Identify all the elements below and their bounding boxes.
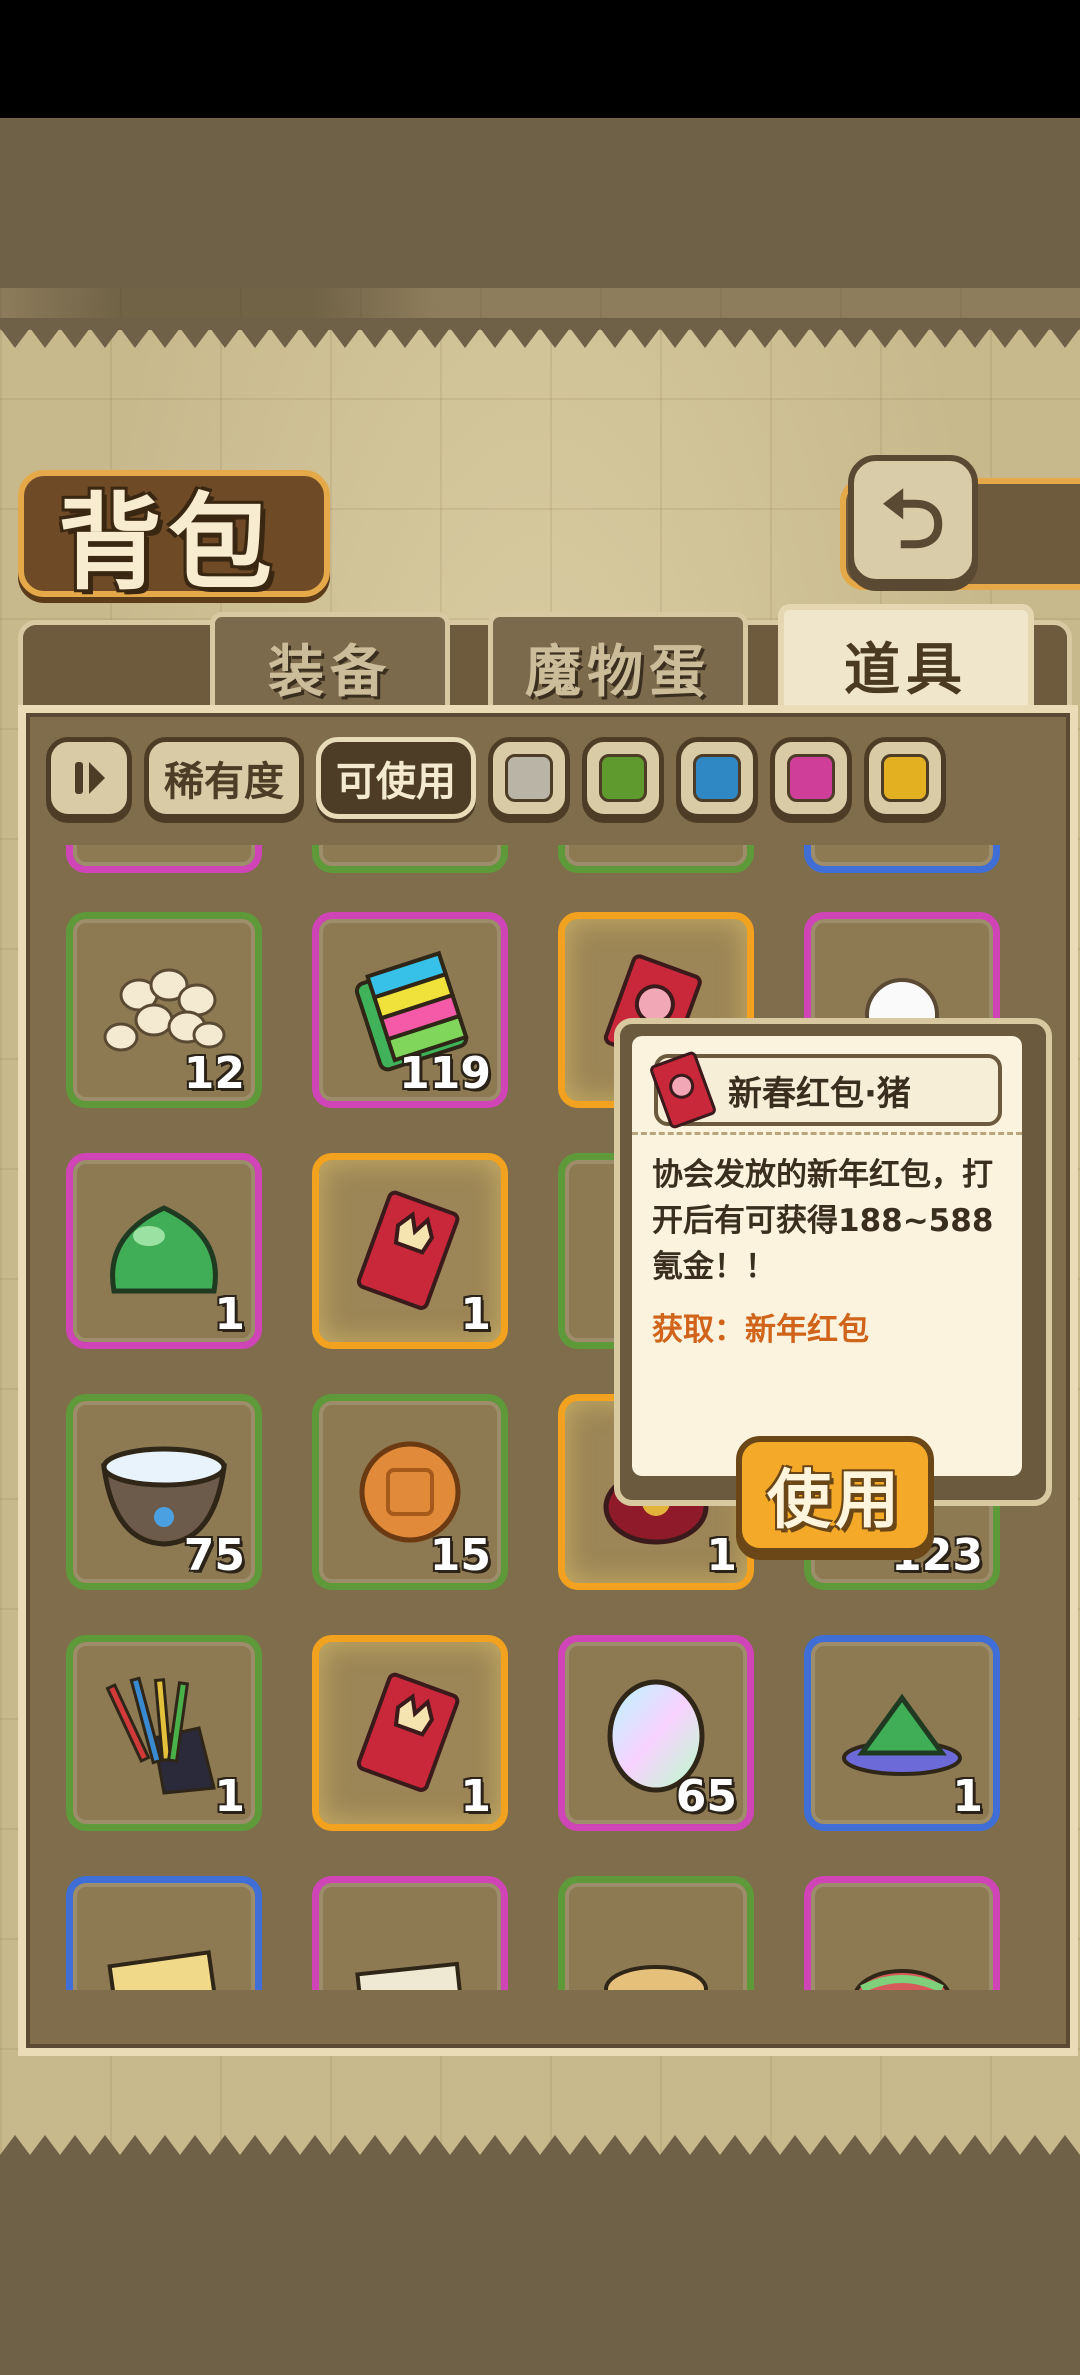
item-slot[interactable]: 1 [66, 1153, 262, 1349]
gray-swatch-icon [505, 753, 553, 802]
item-slot[interactable] [312, 845, 508, 873]
filter-gold-button[interactable] [864, 736, 946, 819]
item-slot[interactable]: 15 [312, 1394, 508, 1590]
zigzag-bottom-border [0, 2135, 1080, 2165]
item-slot[interactable] [558, 845, 754, 873]
item-quantity: 65 [675, 1771, 737, 1822]
item-slot[interactable] [312, 1876, 508, 1990]
item-slot[interactable] [558, 1876, 754, 1990]
item-slot[interactable]: 1 [312, 1153, 508, 1349]
page-title: 背包 [58, 482, 279, 604]
item-quantity: 1 [460, 1771, 491, 1822]
item-slot[interactable]: 12 [66, 912, 262, 1108]
filter-blue-button[interactable] [676, 736, 758, 819]
popup-title: 新春红包·猪 [728, 1073, 911, 1114]
status-bar [0, 0, 1080, 118]
item-quantity: 119 [399, 1048, 491, 1099]
item-slot[interactable]: 1 [312, 1635, 508, 1831]
item-quantity: 12 [183, 1048, 245, 1099]
blue-swatch-icon [693, 753, 741, 802]
pink-swatch-icon [787, 753, 835, 802]
item-slot[interactable] [66, 845, 262, 873]
popup-divider [632, 1132, 1022, 1135]
popup-source: 获取：新年红包 [652, 1312, 869, 1348]
return-arrow-icon: ⮌ [880, 473, 946, 566]
green-swatch-icon [599, 753, 647, 802]
item-slot[interactable]: 65 [558, 1635, 754, 1831]
filter-pink-button[interactable] [770, 736, 852, 819]
item-quantity: 1 [952, 1771, 983, 1822]
sort-toggle-button[interactable] [46, 736, 132, 819]
item-slot[interactable]: 119 [312, 912, 508, 1108]
red-envelope-pig-icon [646, 1051, 720, 1129]
popup-body: 新春红包·猪 协会发放的新年红包，打开后有可获得188~588氪金！！ 获取：新… [632, 1036, 1022, 1476]
popup-description: 协会发放的新年红包，打开后有可获得188~588氪金！！ [652, 1157, 994, 1285]
filter-row: 稀有度 可使用 [46, 735, 946, 820]
card-icon [93, 1903, 235, 1990]
item-quantity: 1 [460, 1289, 491, 1340]
gold-swatch-icon [881, 753, 929, 802]
use-button[interactable]: 使用 [736, 1436, 934, 1554]
pause-sort-icon [75, 761, 105, 794]
tab-equipment[interactable]: 装备 [210, 612, 450, 717]
top-band [0, 118, 1080, 288]
usable-filter-button[interactable]: 可使用 [316, 736, 476, 819]
zigzag-top-border [0, 318, 1080, 348]
item-slot[interactable] [66, 1876, 262, 1990]
item-slot[interactable] [804, 845, 1000, 873]
item-slot[interactable]: 1 [66, 1635, 262, 1831]
tab-items[interactable]: 道具 [778, 604, 1034, 720]
banknotes-icon [339, 1903, 481, 1990]
item-slot[interactable]: 1 [804, 1635, 1000, 1831]
item-quantity: 1 [214, 1771, 245, 1822]
filter-green-button[interactable] [582, 736, 664, 819]
bottom-band [0, 2160, 1080, 2375]
filter-gray-button[interactable] [488, 736, 570, 819]
item-slot[interactable]: 75 [66, 1394, 262, 1590]
tab-monster-egg[interactable]: 魔物蛋 [488, 612, 748, 717]
item-quantity: 1 [706, 1530, 737, 1581]
item-quantity: 15 [429, 1530, 491, 1581]
item-quantity: 75 [183, 1530, 245, 1581]
rarity-sort-button[interactable]: 稀有度 [144, 736, 304, 819]
back-button[interactable]: ⮌ [848, 455, 978, 585]
item-detail-popup: 新春红包·猪 协会发放的新年红包，打开后有可获得188~588氪金！！ 获取：新… [614, 1018, 1052, 1506]
item-quantity: 1 [214, 1289, 245, 1340]
popup-header: 新春红包·猪 [650, 1051, 1002, 1129]
basket-icon [585, 1903, 727, 1990]
meat-icon [831, 1903, 973, 1990]
item-slot[interactable] [804, 1876, 1000, 1990]
